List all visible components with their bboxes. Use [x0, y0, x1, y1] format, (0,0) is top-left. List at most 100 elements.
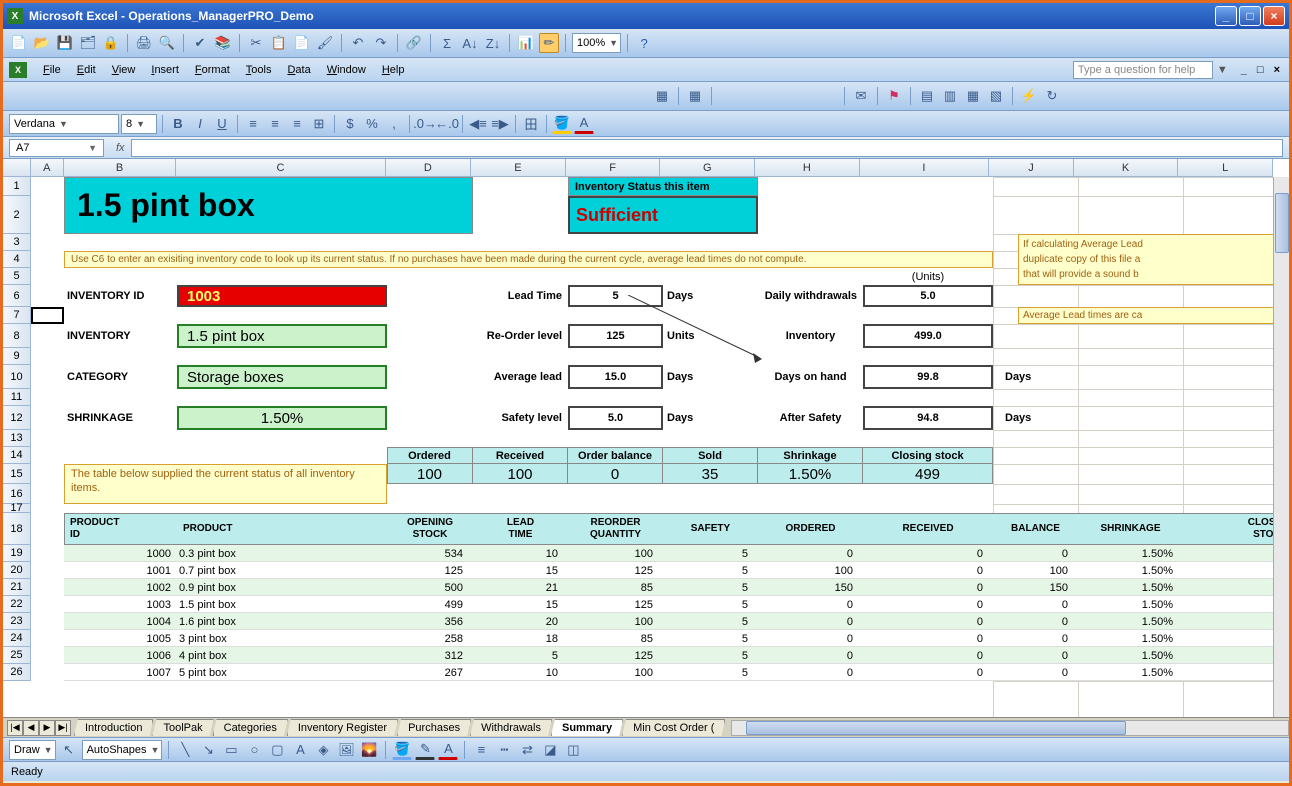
lead-value[interactable]: 5 — [568, 285, 663, 307]
inc-decimal-icon[interactable]: .0→ — [415, 114, 435, 134]
hyperlink-icon[interactable]: 🔗 — [404, 33, 424, 53]
fill-color-icon[interactable]: 🪣 — [552, 114, 572, 134]
tbl-hdr-0[interactable]: PRODUCTID — [64, 513, 177, 545]
tr4-1[interactable]: 1.6 pint box — [177, 613, 387, 630]
tr2-2[interactable]: 500 — [387, 579, 473, 596]
tbl-hdr-4[interactable]: REORDERQUANTITY — [568, 513, 663, 545]
units-header[interactable]: (Units) — [863, 268, 993, 285]
doc-restore-button[interactable]: □ — [1254, 64, 1267, 76]
help-search-input[interactable] — [1073, 61, 1213, 79]
col-header-B[interactable]: B — [64, 159, 177, 176]
linestyle-icon[interactable]: ≡ — [471, 740, 491, 760]
row-header-26[interactable]: 26 — [3, 664, 31, 681]
align-center-icon[interactable]: ≡ — [265, 114, 285, 134]
oval-icon[interactable]: ○ — [244, 740, 264, 760]
tb2-icon[interactable]: ▦ — [652, 86, 672, 106]
tr0-6[interactable]: 0 — [758, 545, 863, 562]
tr4-5[interactable]: 5 — [663, 613, 758, 630]
currency-icon[interactable]: $ — [340, 114, 360, 134]
tr0-7[interactable]: 0 — [863, 545, 993, 562]
safety-label[interactable]: Safety level — [473, 406, 568, 430]
status-value[interactable]: Sufficient — [568, 196, 758, 234]
arrowstyle-icon[interactable]: ⇄ — [517, 740, 537, 760]
row-header-21[interactable]: 21 — [3, 579, 31, 596]
tr2-7[interactable]: 0 — [863, 579, 993, 596]
close-button[interactable]: × — [1263, 6, 1285, 26]
grid1-icon[interactable]: ▤ — [917, 86, 937, 106]
horizontal-scrollbar[interactable] — [731, 720, 1289, 736]
line-icon[interactable]: ╲ — [175, 740, 195, 760]
tr7-8[interactable]: 0 — [993, 664, 1078, 681]
clipart-icon[interactable]: 🖼 — [336, 740, 356, 760]
avglead-value[interactable]: 15.0 — [568, 365, 663, 389]
tab-first-button[interactable]: |◀ — [7, 720, 23, 736]
tr2-0[interactable]: 1002 — [64, 579, 177, 596]
name-box[interactable]: A7▼ — [9, 139, 104, 157]
tr7-7[interactable]: 0 — [863, 664, 993, 681]
inventory-label[interactable]: Inventory — [758, 324, 863, 348]
saveall-icon[interactable]: 🗂 — [78, 33, 98, 53]
row-header-13[interactable]: 13 — [3, 430, 31, 447]
spreadsheet-grid[interactable]: ABCDEFGHIJKL 123456789101112131415161718… — [3, 159, 1289, 717]
sum-val-5[interactable]: 499 — [863, 464, 993, 484]
menu-help[interactable]: Help — [374, 61, 413, 79]
dayshand-label[interactable]: Days on hand — [758, 365, 863, 389]
vertical-scrollbar[interactable] — [1273, 177, 1289, 717]
inventory-value[interactable]: 499.0 — [863, 324, 993, 348]
format-painter-icon[interactable]: 🖌 — [315, 33, 335, 53]
tr1-2[interactable]: 125 — [387, 562, 473, 579]
col-header-A[interactable]: A — [31, 159, 64, 176]
redo-icon[interactable]: ↷ — [371, 33, 391, 53]
tab-withdrawals[interactable]: Withdrawals — [470, 719, 552, 736]
open-icon[interactable]: 📂 — [32, 33, 52, 53]
tr0-4[interactable]: 100 — [568, 545, 663, 562]
tab-min-cost-order-([interactable]: Min Cost Order ( — [622, 719, 725, 736]
sum-val-4[interactable]: 1.50% — [758, 464, 863, 484]
select-all[interactable] — [3, 159, 31, 176]
tab-introduction[interactable]: Introduction — [74, 719, 153, 736]
refresh-icon[interactable]: ↻ — [1042, 86, 1062, 106]
tr6-6[interactable]: 0 — [758, 647, 863, 664]
fillcolor2-icon[interactable]: 🪣 — [392, 740, 412, 760]
menu-data[interactable]: Data — [279, 61, 318, 79]
tr5-3[interactable]: 18 — [473, 630, 568, 647]
col-header-C[interactable]: C — [176, 159, 385, 176]
col-header-I[interactable]: I — [860, 159, 989, 176]
tr6-1[interactable]: 4 pint box — [177, 647, 387, 664]
tr4-9[interactable]: 1.50% — [1078, 613, 1183, 630]
tr6-2[interactable]: 312 — [387, 647, 473, 664]
tr3-6[interactable]: 0 — [758, 596, 863, 613]
row-header-18[interactable]: 18 — [3, 513, 31, 545]
sum-hdr-5[interactable]: Closing stock — [863, 447, 993, 464]
tr4-3[interactable]: 20 — [473, 613, 568, 630]
days1[interactable]: Days — [663, 285, 758, 307]
fx-icon[interactable]: fx — [116, 142, 125, 154]
grid4-icon[interactable]: ▧ — [986, 86, 1006, 106]
tr1-8[interactable]: 100 — [993, 562, 1078, 579]
status-label[interactable]: Inventory Status this item — [568, 177, 758, 196]
tr7-2[interactable]: 267 — [387, 664, 473, 681]
maximize-button[interactable]: □ — [1239, 6, 1261, 26]
days5[interactable]: Days — [993, 406, 1078, 430]
units1[interactable]: Units — [663, 324, 758, 348]
new-icon[interactable]: 📄 — [9, 33, 29, 53]
tr0-9[interactable]: 1.50% — [1078, 545, 1183, 562]
autoshapes-menu[interactable]: AutoShapes▼ — [82, 740, 163, 760]
tr3-5[interactable]: 5 — [663, 596, 758, 613]
borders-icon[interactable]: 田 — [521, 114, 541, 134]
aftersafety-label[interactable]: After Safety — [758, 406, 863, 430]
drawing-icon[interactable]: ✏ — [539, 33, 559, 53]
tr1-0[interactable]: 1001 — [64, 562, 177, 579]
tab-purchases[interactable]: Purchases — [397, 719, 471, 736]
bold-icon[interactable]: B — [168, 114, 188, 134]
tab-inventory-register[interactable]: Inventory Register — [287, 719, 398, 736]
menu-tools[interactable]: Tools — [238, 61, 280, 79]
tr3-2[interactable]: 499 — [387, 596, 473, 613]
tab-next-button[interactable]: ▶ — [39, 720, 55, 736]
row-header-14[interactable]: 14 — [3, 447, 31, 464]
tab-toolpak[interactable]: ToolPak — [152, 719, 213, 736]
row-header-11[interactable]: 11 — [3, 389, 31, 406]
tr0-1[interactable]: 0.3 pint box — [177, 545, 387, 562]
tr5-4[interactable]: 85 — [568, 630, 663, 647]
row-header-7[interactable]: 7 — [3, 307, 31, 324]
